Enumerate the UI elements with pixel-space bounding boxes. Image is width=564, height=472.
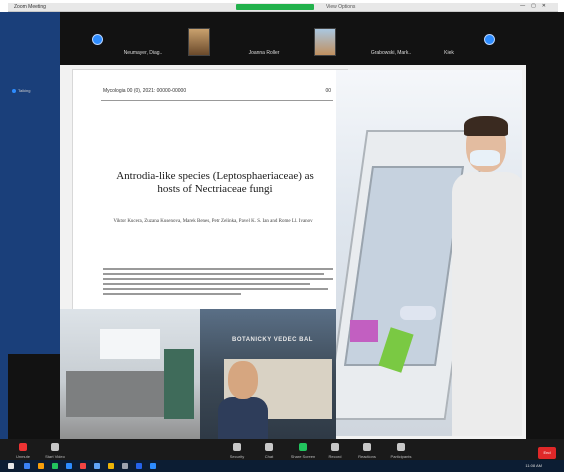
background-edge bbox=[0, 12, 8, 472]
laboratory-room-photo bbox=[60, 309, 200, 441]
taskbar-app-icon[interactable] bbox=[108, 463, 114, 469]
shared-paper-page: Mycologia 00 (0), 2021: 00000-00000 00 A… bbox=[72, 69, 348, 313]
microphone-muted-icon bbox=[19, 443, 27, 451]
meeting-area: Talking Neumayer, Diag.. Joanna Roller G… bbox=[0, 12, 564, 472]
end-meeting-button[interactable]: End bbox=[538, 447, 556, 459]
participant-name: Grabowski, Mark.. bbox=[370, 50, 412, 56]
researcher bbox=[448, 110, 522, 436]
building-photo: BOTANICKY VEDEC BAL bbox=[200, 309, 336, 441]
participant-tile[interactable]: Neumayer, Diag.. bbox=[84, 26, 162, 66]
taskbar-app-icon[interactable] bbox=[122, 463, 128, 469]
zoom-meeting-screen: Zoom Meeting View Options —▢✕ Talking Ne… bbox=[0, 0, 564, 472]
view-options[interactable]: View Options bbox=[326, 4, 355, 10]
participant-name: Kiek bbox=[444, 50, 454, 56]
window-title-bar: Zoom Meeting View Options —▢✕ bbox=[8, 3, 558, 12]
participant-name: Neumayer, Diag.. bbox=[123, 50, 163, 56]
shared-screen: Mycologia 00 (0), 2021: 00000-00000 00 A… bbox=[60, 65, 526, 441]
chat-icon bbox=[265, 443, 273, 451]
lab-photo bbox=[336, 70, 522, 436]
participants-icon bbox=[397, 443, 405, 451]
participant-video-thumbnail[interactable] bbox=[314, 28, 336, 56]
person-portrait bbox=[218, 357, 268, 441]
journal-header: Mycologia 00 (0), 2021: 00000-00000 bbox=[103, 88, 187, 94]
participant-name: Joanna Roller bbox=[248, 50, 280, 56]
page-number: 00 bbox=[325, 88, 331, 94]
taskbar-app-icon[interactable] bbox=[80, 463, 86, 469]
taskbar-app-icon[interactable] bbox=[94, 463, 100, 469]
taskbar-app-icon[interactable] bbox=[66, 463, 72, 469]
participant-tile[interactable]: Kiek bbox=[434, 26, 464, 66]
taskbar-app-icon[interactable] bbox=[24, 463, 30, 469]
participant-strip: Neumayer, Diag.. Joanna Roller Grabowski… bbox=[84, 26, 504, 66]
tube-rack bbox=[350, 320, 378, 342]
paper-authors: Viktor Kucera, Zuzana Kusenova, Marek Be… bbox=[113, 219, 313, 224]
building-sign: BOTANICKY VEDEC BAL bbox=[232, 337, 313, 343]
windows-taskbar: 11:08 AM bbox=[0, 460, 564, 472]
speaker-indicator-icon bbox=[12, 89, 16, 93]
screen-sharing-banner[interactable] bbox=[236, 4, 314, 10]
video-camera-icon bbox=[51, 443, 59, 451]
taskbar-app-icon[interactable] bbox=[136, 463, 142, 469]
abstract-text-block bbox=[103, 268, 333, 298]
taskbar-app-icon[interactable] bbox=[52, 463, 58, 469]
participant-tile[interactable]: Joanna Roller bbox=[224, 26, 304, 66]
participant-tile[interactable]: Grabowski, Mark.. bbox=[346, 26, 436, 66]
gloved-hand bbox=[400, 306, 436, 320]
avatar-icon bbox=[92, 34, 103, 45]
header-rule bbox=[101, 100, 333, 101]
taskbar-app-icon[interactable] bbox=[38, 463, 44, 469]
avatar-icon bbox=[484, 34, 495, 45]
share-screen-icon bbox=[299, 443, 307, 451]
record-icon bbox=[331, 443, 339, 451]
reaction-icon bbox=[363, 443, 371, 451]
participant-video-thumbnail[interactable] bbox=[188, 28, 210, 56]
taskbar-app-icon[interactable] bbox=[150, 463, 156, 469]
window-title: Zoom Meeting bbox=[14, 4, 46, 10]
paper-title: Antrodia-like species (Leptosphaeriaceae… bbox=[116, 170, 314, 195]
window-controls[interactable]: —▢✕ bbox=[520, 3, 552, 9]
system-clock: 11:08 AM bbox=[525, 463, 542, 468]
talking-label: Talking bbox=[18, 88, 31, 93]
start-icon[interactable] bbox=[8, 463, 14, 469]
participant-tile[interactable] bbox=[476, 26, 504, 66]
background-panel bbox=[0, 12, 60, 354]
shield-icon bbox=[233, 443, 241, 451]
